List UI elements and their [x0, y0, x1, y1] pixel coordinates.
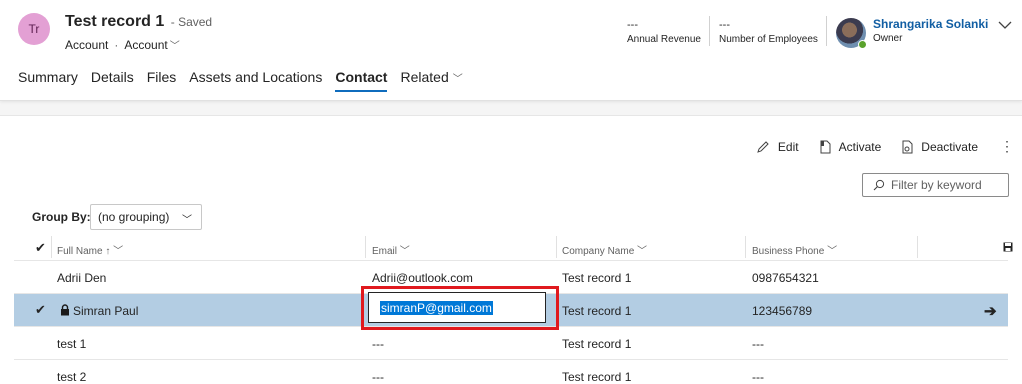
- deactivate-button[interactable]: Deactivate: [901, 140, 978, 154]
- tab-related-label: Related: [400, 69, 449, 85]
- kpi-number-of-employees: --- Number of Employees: [719, 19, 818, 45]
- record-subtitle: Account · Account ﹀: [65, 37, 180, 52]
- tab-summary[interactable]: Summary: [18, 69, 78, 92]
- column-headers: ✔ Full Name ↑ ﹀ Email ﹀ Company Name ﹀ B…: [0, 235, 1022, 261]
- kpi-divider: [709, 16, 710, 46]
- open-record-arrow-icon[interactable]: ➔: [984, 302, 997, 320]
- expand-header-chevron-icon[interactable]: [998, 20, 1012, 30]
- activate-button-label: Activate: [838, 139, 882, 154]
- chevron-down-icon: ﹀: [169, 41, 180, 52]
- cell-business-phone[interactable]: ---: [752, 370, 764, 384]
- save-status: - Saved: [170, 15, 213, 29]
- chevron-down-icon: ﹀: [399, 246, 410, 257]
- column-header-company-name[interactable]: Company Name ﹀: [562, 242, 647, 257]
- edit-button[interactable]: Edit: [756, 140, 799, 154]
- cell-email[interactable]: ---: [372, 337, 384, 351]
- column-divider: [51, 236, 52, 258]
- activate-button[interactable]: Activate: [819, 139, 882, 154]
- save-icon[interactable]: [1003, 242, 1013, 252]
- kpi-label: Annual Revenue: [627, 34, 701, 45]
- select-all-checkmark-icon[interactable]: ✔: [35, 240, 46, 256]
- owner-name-link[interactable]: Shrangarika Solanki: [873, 17, 988, 31]
- document-deactivate-icon: [902, 140, 913, 153]
- filter-placeholder: Filter by keyword: [891, 178, 982, 192]
- presence-status-icon: [858, 40, 867, 49]
- cell-full-name[interactable]: Simran Paul: [73, 304, 138, 318]
- lock-icon: [61, 304, 69, 316]
- cell-email[interactable]: ---: [372, 370, 384, 384]
- more-commands-icon[interactable]: ⋮: [1000, 138, 1014, 155]
- cell-full-name[interactable]: test 1: [57, 337, 86, 351]
- chevron-down-icon: ﹀: [182, 215, 192, 226]
- cell-business-phone[interactable]: 123456789: [752, 304, 812, 318]
- deactivate-button-label: Deactivate: [921, 139, 978, 154]
- pencil-icon: [757, 140, 769, 153]
- kpi-value: ---: [627, 19, 638, 31]
- tab-assets-and-locations[interactable]: Assets and Locations: [189, 69, 322, 92]
- column-divider: [917, 236, 918, 258]
- group-by-dropdown[interactable]: (no grouping) ﹀: [90, 204, 202, 230]
- column-label: Full Name: [57, 246, 103, 257]
- table-row[interactable]: test 1 --- Test record 1 ---: [14, 326, 1008, 359]
- cell-email[interactable]: Adrii@outlook.com: [372, 271, 473, 285]
- tab-details[interactable]: Details: [91, 69, 134, 92]
- chevron-down-icon: ﹀: [637, 246, 648, 257]
- kpi-divider: [826, 16, 827, 46]
- group-by-label: Group By:: [32, 210, 91, 224]
- column-label: Email: [372, 246, 398, 257]
- owner-role-label: Owner: [873, 33, 903, 44]
- column-divider: [745, 236, 746, 258]
- column-label: Business Phone: [752, 246, 825, 257]
- cell-company-name[interactable]: Test record 1: [562, 337, 631, 351]
- cell-company-name[interactable]: Test record 1: [562, 304, 631, 318]
- document-activate-icon: [820, 140, 831, 153]
- record-title: Test record 1 - Saved: [65, 13, 212, 31]
- highlight-annotation-box: [361, 286, 559, 330]
- record-title-text: Test record 1: [65, 13, 165, 30]
- tab-related[interactable]: Related ﹀: [400, 69, 462, 92]
- kpi-value: ---: [719, 19, 730, 31]
- tab-contact[interactable]: Contact: [335, 69, 388, 92]
- entity-name: Account: [65, 38, 109, 52]
- cell-full-name[interactable]: Adrii Den: [57, 271, 106, 285]
- form-tabs: Summary Details Files Assets and Locatio…: [18, 69, 476, 92]
- row-checkmark-icon[interactable]: ✔: [35, 302, 46, 318]
- tab-files[interactable]: Files: [147, 69, 177, 92]
- filter-by-keyword-input[interactable]: Filter by keyword: [862, 173, 1009, 197]
- kpi-label: Number of Employees: [719, 34, 818, 45]
- column-divider: [365, 236, 366, 258]
- column-header-business-phone[interactable]: Business Phone ﹀: [752, 242, 837, 257]
- table-row[interactable]: test 2 --- Test record 1 ---: [14, 359, 1008, 384]
- chevron-down-icon: ﹀: [113, 246, 124, 257]
- column-header-email[interactable]: Email ﹀: [372, 242, 410, 257]
- cell-business-phone[interactable]: ---: [752, 337, 764, 351]
- record-header: Tr Test record 1 - Saved Account · Account…: [0, 0, 1022, 101]
- search-icon: [873, 179, 885, 191]
- column-header-full-name[interactable]: Full Name ↑ ﹀: [57, 242, 123, 257]
- cell-company-name[interactable]: Test record 1: [562, 370, 631, 384]
- chevron-down-icon: ﹀: [452, 74, 463, 85]
- column-divider: [556, 236, 557, 258]
- form-name: Account: [124, 38, 168, 52]
- cell-full-name[interactable]: test 2: [57, 370, 86, 384]
- form-selector[interactable]: Account ﹀: [124, 38, 179, 52]
- edit-button-label: Edit: [777, 139, 799, 154]
- cell-company-name[interactable]: Test record 1: [562, 271, 631, 285]
- subtitle-separator: ·: [114, 38, 119, 52]
- column-label: Company Name: [562, 246, 635, 257]
- cell-business-phone[interactable]: 0987654321: [752, 271, 819, 285]
- subgrid-command-bar: Edit Activate Deactivate ⋮: [736, 138, 1014, 155]
- record-avatar: Tr: [18, 13, 50, 45]
- group-by-value: (no grouping): [98, 210, 170, 224]
- sort-ascending-icon: ↑: [105, 246, 111, 257]
- kpi-annual-revenue: --- Annual Revenue: [627, 19, 701, 45]
- chevron-down-icon: ﹀: [827, 246, 838, 257]
